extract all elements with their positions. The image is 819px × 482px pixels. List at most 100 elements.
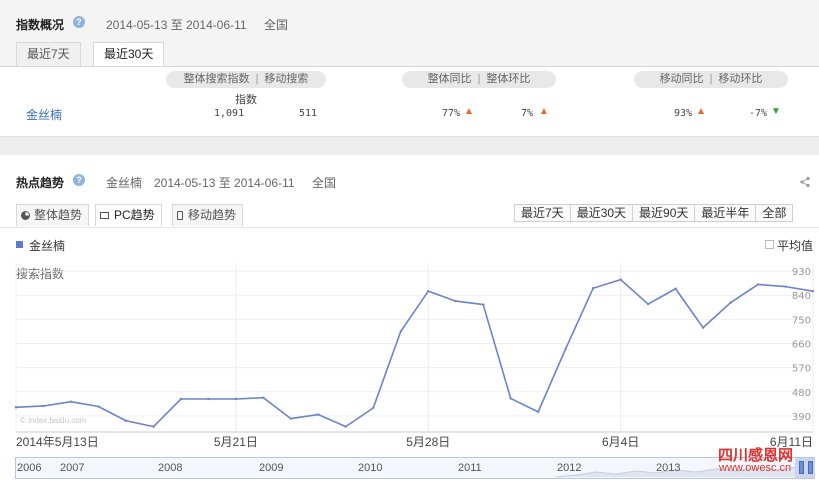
data-point (14, 406, 18, 409)
legend-swatch (16, 241, 23, 248)
header-mobile-pill: 移动同比 | 移动环比 (634, 71, 788, 88)
range-all-button[interactable]: 全部 (755, 204, 794, 222)
x-tick-label: 5月28日 (406, 435, 450, 449)
range-90-days-button[interactable]: 最近90天 (632, 204, 696, 222)
nav-year-label: 2006 (17, 462, 42, 474)
arrow-down-icon: ▼ (771, 106, 781, 117)
x-tick-label: 5月21日 (214, 435, 258, 449)
data-point (97, 405, 100, 408)
data-point (179, 397, 183, 401)
phone-icon (177, 211, 183, 220)
tab-mobile-trend[interactable]: 移动趋势 (172, 204, 244, 226)
arrow-up-icon: ▲ (464, 106, 474, 117)
header-mom: 整体环比 (486, 73, 531, 85)
tab-mobile-trend-label: 移动趋势 (188, 208, 237, 222)
nav-year-label: 2009 (259, 462, 284, 474)
keyword-link[interactable]: 金丝楠 (26, 106, 62, 123)
overview-date-range: 2014-05-13 至 2014-06-11 (106, 18, 247, 32)
average-label[interactable]: 平均值 (777, 237, 813, 254)
header-index-word: 指数 (235, 94, 257, 106)
trend-region: 全国 (312, 176, 337, 190)
help-icon[interactable]: ? (73, 174, 85, 186)
trend-title: 热点趋势 (16, 176, 65, 190)
navigator-handle-left[interactable] (799, 461, 804, 474)
average-checkbox[interactable] (765, 240, 774, 249)
data-point (674, 287, 677, 290)
data-point (262, 396, 265, 399)
arrow-up-icon: ▲ (539, 106, 549, 117)
y-tick-label: 660 (792, 339, 811, 350)
series-line (15, 278, 814, 428)
mobile-search-value: 511 (299, 108, 318, 119)
monitor-icon (100, 212, 109, 219)
data-point (317, 413, 320, 416)
range-button-group: 最近7天 最近30天 最近90天 最近半年 全部 (514, 204, 794, 222)
tab-pc-trend-label: PC趋势 (114, 208, 155, 222)
nav-year-label: 2010 (358, 462, 383, 474)
data-point (591, 287, 595, 290)
header-yoy: 整体同比 (427, 73, 472, 85)
y-tick-label: 390 (792, 412, 811, 423)
brand-url: www.owesc.cn (719, 462, 792, 474)
data-point (372, 406, 375, 410)
pie-chart-icon (21, 211, 30, 220)
data-point (509, 397, 512, 400)
data-point (482, 303, 485, 306)
nav-year-label: 2008 (158, 462, 183, 474)
tab-last-30-days[interactable]: 最近30天 (93, 42, 165, 67)
x-tick-label: 6月4日 (602, 435, 639, 449)
data-point (69, 400, 73, 403)
share-icon[interactable] (799, 176, 811, 188)
header-separator: | (477, 73, 481, 85)
header-search-index: 整体搜索指数 (183, 73, 250, 85)
nav-year-label: 2011 (458, 462, 482, 474)
yoy-value: 77% (442, 108, 461, 119)
data-point (454, 299, 457, 303)
header-separator: | (709, 73, 713, 85)
data-point (427, 289, 430, 293)
data-point (344, 425, 347, 428)
data-point (756, 283, 760, 286)
help-icon[interactable]: ? (73, 16, 85, 28)
navigator-sparkline (555, 466, 814, 478)
nav-year-label: 2013 (656, 462, 681, 474)
data-point (234, 397, 238, 401)
nav-year-label: 2007 (60, 462, 85, 474)
data-point (564, 347, 567, 351)
tab-pc-trend[interactable]: PC趋势 (95, 204, 162, 226)
tab-overall-trend[interactable]: 整体趋势 (16, 204, 90, 226)
tab-overall-trend-label: 整体趋势 (34, 208, 83, 222)
header-search-index-pill: 整体搜索指数 | 移动搜索 (166, 71, 326, 88)
mobile-mom-value: -7% (749, 108, 768, 119)
data-point (152, 425, 155, 428)
x-tick-label: 2014年5月13日 (16, 435, 99, 449)
data-point (536, 410, 540, 414)
y-tick-label: 570 (792, 364, 811, 375)
data-point (619, 278, 622, 281)
data-point (701, 326, 705, 329)
data-point (289, 417, 293, 420)
divider (0, 227, 819, 228)
mom-value: 7% (521, 108, 534, 119)
y-tick-label: 930 (792, 267, 811, 278)
header-separator: | (255, 73, 259, 85)
overview-title: 指数概况 (16, 18, 65, 32)
mobile-yoy-value: 93% (674, 108, 693, 119)
range-30-days-button[interactable]: 最近30天 (569, 204, 634, 222)
arrow-up-icon: ▲ (696, 106, 706, 117)
legend-label[interactable]: 金丝楠 (29, 237, 65, 254)
trend-date-range: 2014-05-13 至 2014-06-11 (154, 176, 295, 190)
data-point (811, 289, 815, 293)
data-point (784, 285, 787, 288)
navigator-handle-right[interactable] (808, 461, 813, 474)
y-tick-label: 750 (792, 315, 811, 326)
data-point (399, 330, 402, 333)
header-mobile-search: 移动搜索 (264, 73, 309, 85)
range-7-days-button[interactable]: 最近7天 (514, 204, 571, 222)
trend-chart: 390 480 570 660 750 840 930 2014年5月13日 5月21日 5月28… (14, 263, 815, 449)
tab-last-7-days[interactable]: 最近7天 (16, 42, 81, 66)
data-point (646, 302, 650, 306)
data-point (42, 404, 45, 408)
data-point (729, 301, 732, 304)
range-half-year-button[interactable]: 最近半年 (694, 204, 757, 222)
